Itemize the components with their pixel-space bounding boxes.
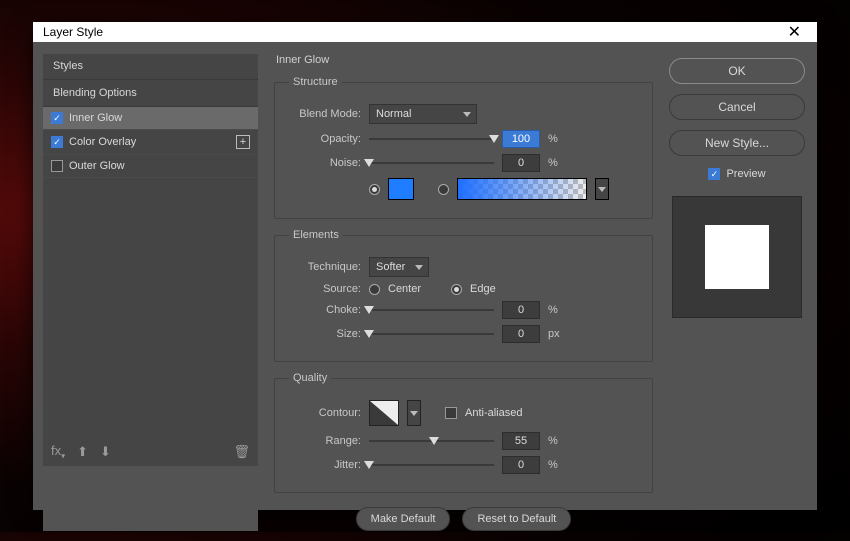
source-center-radio[interactable] [369, 284, 380, 295]
size-input[interactable]: 0 [502, 325, 540, 343]
unit: % [548, 133, 566, 145]
color-solid-radio[interactable] [369, 184, 380, 195]
effect-outer-glow[interactable]: Outer Glow [43, 155, 258, 178]
antialiased-label: Anti-aliased [465, 407, 522, 419]
unit: % [548, 304, 566, 316]
effect-label: Inner Glow [69, 112, 122, 124]
opacity-input[interactable]: 100 [502, 130, 540, 148]
blending-options[interactable]: Blending Options [43, 80, 258, 107]
source-edge-label: Edge [470, 283, 496, 295]
move-up-icon[interactable]: ⬆ [77, 444, 88, 460]
antialiased-checkbox[interactable] [445, 407, 457, 419]
unit: px [548, 328, 566, 340]
noise-input[interactable]: 0 [502, 154, 540, 172]
choke-slider[interactable] [369, 303, 494, 317]
group-legend: Quality [289, 372, 331, 384]
panel-title: Inner Glow [274, 54, 653, 66]
range-input[interactable]: 55 [502, 432, 540, 450]
close-icon[interactable]: ✕ [782, 22, 807, 42]
choke-input[interactable]: 0 [502, 301, 540, 319]
contour-picker[interactable] [369, 400, 399, 426]
add-effect-icon[interactable]: + [236, 135, 250, 149]
opacity-slider[interactable] [369, 132, 494, 146]
source-label: Source: [289, 283, 361, 295]
blend-mode-select[interactable]: Normal [369, 104, 477, 124]
settings-panel: Inner Glow Structure Blend Mode: Normal … [274, 54, 653, 531]
reset-default-button[interactable]: Reset to Default [462, 507, 571, 531]
group-legend: Elements [289, 229, 343, 241]
ok-button[interactable]: OK [669, 58, 805, 84]
preview-box [672, 196, 802, 318]
contour-dropdown-icon[interactable] [407, 400, 421, 426]
group-quality: Quality Contour: Anti-aliased Range: 55 … [274, 372, 653, 493]
dialog-title: Layer Style [43, 25, 103, 39]
jitter-slider[interactable] [369, 458, 494, 472]
styles-panel: Styles Blending Options Inner Glow Color… [43, 54, 258, 531]
technique-select[interactable]: Softer [369, 257, 429, 277]
trash-icon[interactable]: 🗑 [233, 444, 250, 460]
styles-footer: fx▾ ⬆ ⬇ 🗑 [43, 438, 258, 466]
jitter-label: Jitter: [289, 459, 361, 471]
choke-label: Choke: [289, 304, 361, 316]
preview-label: Preview [726, 168, 765, 180]
range-label: Range: [289, 435, 361, 447]
color-gradient-radio[interactable] [438, 184, 449, 195]
noise-slider[interactable] [369, 156, 494, 170]
titlebar: Layer Style ✕ [33, 22, 817, 42]
effect-inner-glow[interactable]: Inner Glow [43, 107, 258, 130]
unit: % [548, 459, 566, 471]
contour-label: Contour: [289, 407, 361, 419]
size-label: Size: [289, 328, 361, 340]
group-elements: Elements Technique: Softer Source: Cente… [274, 229, 653, 362]
new-style-button[interactable]: New Style... [669, 130, 805, 156]
make-default-button[interactable]: Make Default [356, 507, 451, 531]
size-slider[interactable] [369, 327, 494, 341]
noise-label: Noise: [289, 157, 361, 169]
group-structure: Structure Blend Mode: Normal Opacity: 10… [274, 76, 653, 219]
effect-label: Color Overlay [69, 136, 136, 148]
fx-menu-icon[interactable]: fx▾ [51, 443, 65, 461]
source-edge-radio[interactable] [451, 284, 462, 295]
preview-swatch [705, 225, 769, 289]
group-legend: Structure [289, 76, 342, 88]
jitter-input[interactable]: 0 [502, 456, 540, 474]
cancel-button[interactable]: Cancel [669, 94, 805, 120]
effect-label: Outer Glow [69, 160, 125, 172]
styles-header[interactable]: Styles [43, 54, 258, 80]
checkbox-outer-glow[interactable] [51, 160, 63, 172]
blend-mode-label: Blend Mode: [289, 108, 361, 120]
layer-style-dialog: Layer Style ✕ Styles Blending Options In… [33, 22, 817, 510]
gradient-swatch[interactable] [457, 178, 587, 200]
move-down-icon[interactable]: ⬇ [100, 444, 111, 460]
checkbox-inner-glow[interactable] [51, 112, 63, 124]
unit: % [548, 435, 566, 447]
source-center-label: Center [388, 283, 421, 295]
action-panel: OK Cancel New Style... Preview [669, 54, 805, 531]
color-swatch[interactable] [388, 178, 414, 200]
preview-checkbox[interactable] [708, 168, 720, 180]
technique-label: Technique: [289, 261, 361, 273]
gradient-dropdown-icon[interactable] [595, 178, 609, 200]
unit: % [548, 157, 566, 169]
range-slider[interactable] [369, 434, 494, 448]
effect-color-overlay[interactable]: Color Overlay + [43, 130, 258, 155]
opacity-label: Opacity: [289, 133, 361, 145]
checkbox-color-overlay[interactable] [51, 136, 63, 148]
